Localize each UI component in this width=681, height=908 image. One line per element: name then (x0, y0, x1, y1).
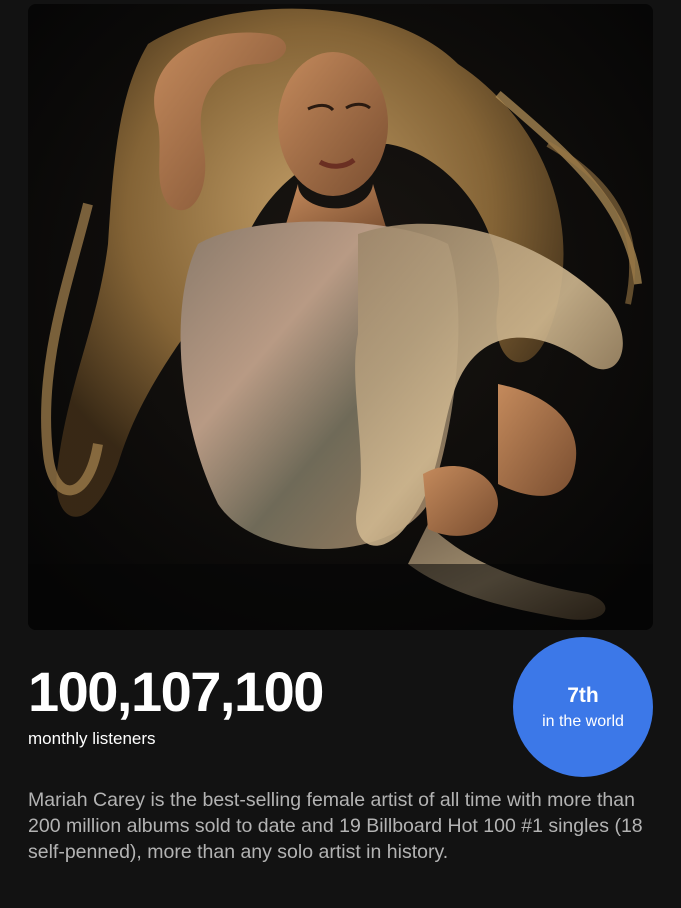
artist-photo (28, 4, 653, 630)
world-rank-badge: 7th in the world (513, 637, 653, 777)
artist-bio: Mariah Carey is the best-selling female … (28, 789, 643, 863)
monthly-listeners-count: 100,107,100 (28, 660, 324, 723)
artist-about-card: 100,107,100 monthly listeners 7th in the… (0, 0, 681, 908)
world-rank-value: 7th (567, 683, 599, 707)
artist-photo-graphic (28, 4, 653, 630)
world-rank-label: in the world (542, 712, 624, 730)
listener-stats: 100,107,100 monthly listeners (28, 660, 498, 750)
monthly-listeners-label: monthly listeners (28, 729, 156, 748)
